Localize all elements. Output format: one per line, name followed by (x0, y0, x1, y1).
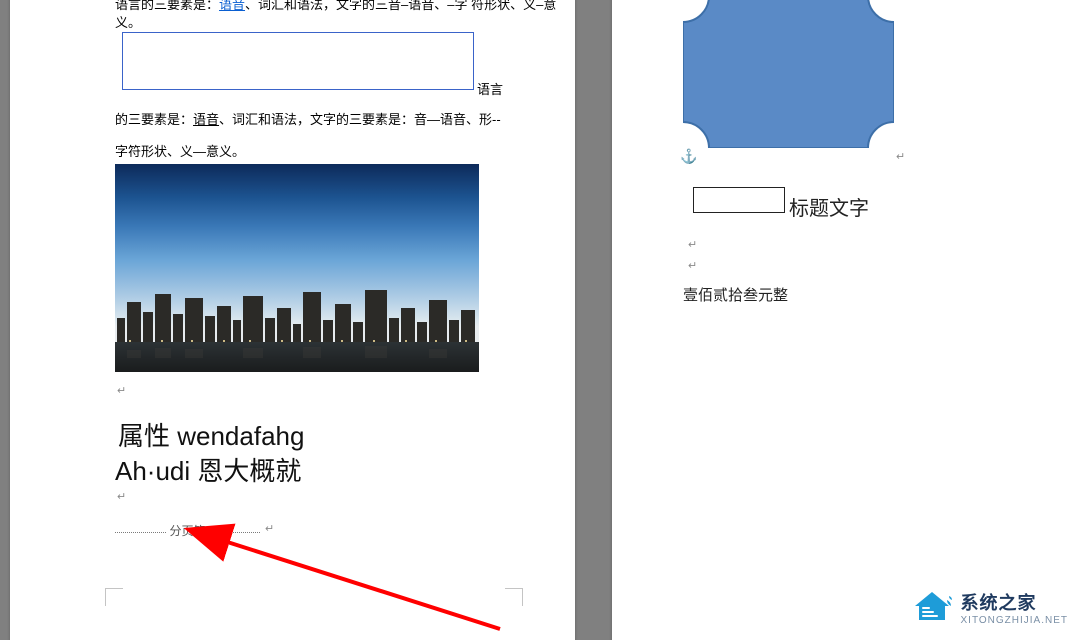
paragraph-2[interactable]: 的三要素是：语音、词汇和语法，文字的三要素是：音—语音、形-- (115, 109, 501, 128)
paragraph-mark: ↵ (688, 259, 697, 272)
empty-textbox[interactable] (122, 32, 474, 90)
text-run: 的三要素是： (115, 112, 193, 127)
paragraph-mark: ↵ (117, 384, 126, 397)
margin-marker-bottom-left (105, 588, 123, 606)
chinese-amount-text[interactable]: 壹佰贰拾叁元整 (683, 284, 788, 305)
paragraph-mark: ↵ (688, 238, 697, 251)
small-textbox[interactable] (693, 187, 785, 213)
watermark-url: XITONGZHIJIA.NET (961, 615, 1069, 626)
page-break-label: 分页符 (165, 522, 209, 539)
paragraph-1[interactable]: 语言的三要素是：语音、词汇和语法，文字的三音–语音、–字 符形状、义–意 义。 (115, 0, 556, 32)
page-1[interactable]: 语言的三要素是：语音、词汇和语法，文字的三音–语音、–字 符形状、义–意 义。 … (10, 0, 575, 640)
banner-shape-svg (683, 0, 894, 148)
watermark-logo: 系统之家 XITONGZHIJIA.NET (911, 588, 1069, 626)
paragraph-mark: ↵ (265, 522, 274, 535)
paragraph-mark: ↵ (896, 150, 905, 163)
hyperlink-text[interactable]: 语音 (219, 0, 245, 12)
text-after-box[interactable]: 语言 (477, 79, 503, 98)
text-run: 语言的三要素是： (115, 0, 219, 12)
paragraph-mark: ↵ (117, 490, 126, 503)
text-run: 、词汇和语法，文字的三音–语音、–字 符形状、义–意 (245, 0, 556, 12)
building-silhouettes (115, 290, 479, 342)
document-canvas: 语言的三要素是：语音、词汇和语法，文字的三音–语音、–字 符形状、义–意 义。 … (0, 0, 1082, 640)
text-run: 、词汇和语法，文字的三要素是：音—语音、形-- (219, 112, 501, 127)
heading-line-1[interactable]: 属性 wendafahg (118, 416, 304, 453)
paragraph-3[interactable]: 字符形状、义—意义。 (115, 141, 245, 160)
rounded-banner-shape[interactable] (683, 0, 894, 148)
city-skyline-image[interactable] (115, 164, 479, 372)
underlined-text: 语音 (193, 112, 219, 127)
caption-text[interactable]: 标题文字 (789, 192, 869, 221)
text-run: 义。 (115, 15, 141, 30)
house-icon (911, 588, 953, 626)
water-reflection (115, 342, 479, 372)
margin-marker-bottom-right (505, 588, 523, 606)
watermark-text: 系统之家 XITONGZHIJIA.NET (961, 589, 1069, 626)
page-break-indicator[interactable]: 分页符 (115, 525, 260, 539)
watermark-title: 系统之家 (961, 589, 1069, 615)
heading-line-2[interactable]: Ah·udi 恩大概就 (115, 451, 301, 488)
object-anchor-icon: ⚓ (680, 148, 697, 165)
